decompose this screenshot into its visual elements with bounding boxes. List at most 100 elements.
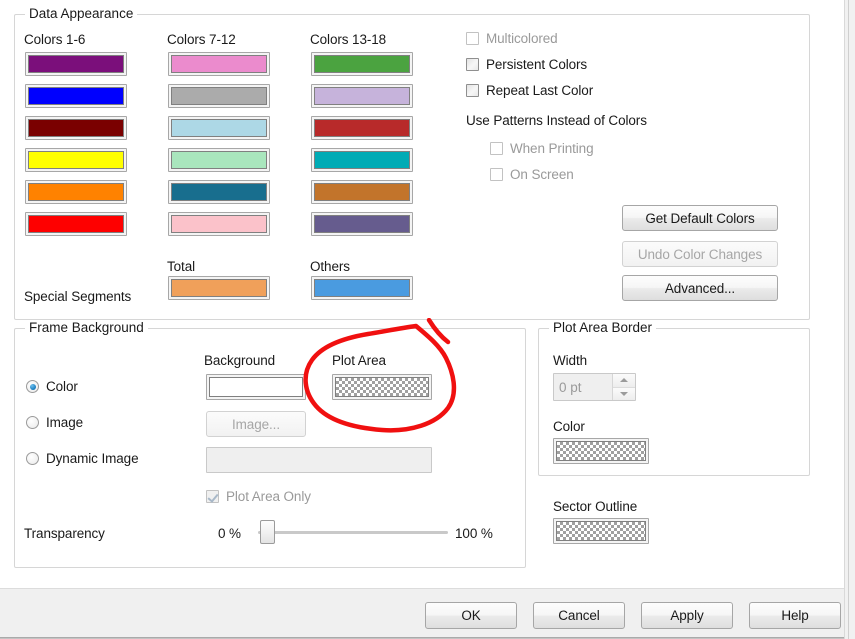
get-default-colors-button[interactable]: Get Default Colors xyxy=(622,205,778,231)
total-header: Total xyxy=(167,259,196,274)
checkbox-on-screen[interactable]: On Screen xyxy=(490,167,574,182)
color-swatch-15[interactable] xyxy=(311,116,413,140)
window-right-edge xyxy=(844,0,855,639)
checkbox-repeat-last-color-label: Repeat Last Color xyxy=(486,83,594,98)
color-swatch-17-fill xyxy=(314,183,410,201)
checkbox-on-screen-label: On Screen xyxy=(510,167,574,182)
plot-area-color-swatch-fill xyxy=(335,377,429,397)
colors-7-12-header: Colors 7-12 xyxy=(167,32,236,47)
radio-color[interactable]: Color xyxy=(26,379,78,394)
radio-color-indicator xyxy=(26,380,39,393)
image-button[interactable]: Image... xyxy=(206,411,306,437)
background-color-swatch[interactable] xyxy=(206,374,306,400)
cancel-button[interactable]: Cancel xyxy=(533,602,625,629)
advanced-button[interactable]: Advanced... xyxy=(622,275,778,301)
others-color-swatch-fill xyxy=(314,279,410,297)
color-swatch-12-fill xyxy=(171,215,267,233)
color-swatch-5-fill xyxy=(28,183,124,201)
border-color-label: Color xyxy=(553,419,585,434)
checkbox-on-screen-box xyxy=(490,168,503,181)
color-swatch-7-fill xyxy=(171,55,267,73)
checkbox-when-printing-label: When Printing xyxy=(510,141,594,156)
checkbox-multicolored-box xyxy=(466,32,479,45)
border-width-value: 0 pt xyxy=(559,379,582,395)
radio-image-indicator xyxy=(26,416,39,429)
plot-area-border-group-title: Plot Area Border xyxy=(549,320,657,335)
checkbox-persistent-colors[interactable]: Persistent Colors xyxy=(466,57,587,72)
plot-area-color-swatch[interactable] xyxy=(332,374,432,400)
help-button[interactable]: Help xyxy=(749,602,841,629)
color-swatch-15-fill xyxy=(314,119,410,137)
sector-outline-label: Sector Outline xyxy=(553,499,638,514)
color-swatch-2[interactable] xyxy=(25,84,127,108)
color-swatch-12[interactable] xyxy=(168,212,270,236)
radio-image[interactable]: Image xyxy=(26,415,83,430)
color-swatch-8-fill xyxy=(171,87,267,105)
chart-area-dialog: Data Appearance Colors 1-6 Colors 7-12 C… xyxy=(0,0,855,639)
color-swatch-4-fill xyxy=(28,151,124,169)
color-swatch-10-fill xyxy=(171,151,267,169)
total-color-swatch[interactable] xyxy=(168,276,270,300)
use-patterns-label: Use Patterns Instead of Colors xyxy=(466,113,647,128)
sector-outline-swatch[interactable] xyxy=(553,518,649,544)
color-swatch-7[interactable] xyxy=(168,52,270,76)
color-swatch-18[interactable] xyxy=(311,212,413,236)
color-swatch-6[interactable] xyxy=(25,212,127,236)
color-swatch-16[interactable] xyxy=(311,148,413,172)
checkbox-multicolored-label: Multicolored xyxy=(486,31,558,46)
checkbox-persistent-colors-label: Persistent Colors xyxy=(486,57,588,72)
color-swatch-14[interactable] xyxy=(311,84,413,108)
apply-button[interactable]: Apply xyxy=(641,602,733,629)
others-header: Others xyxy=(310,259,350,274)
border-color-swatch-fill xyxy=(556,441,646,461)
others-color-swatch[interactable] xyxy=(311,276,413,300)
color-swatch-3[interactable] xyxy=(25,116,127,140)
color-swatch-5[interactable] xyxy=(25,180,127,204)
colors-1-6-header: Colors 1-6 xyxy=(24,32,86,47)
color-swatch-17[interactable] xyxy=(311,180,413,204)
spinner-up-icon[interactable] xyxy=(613,374,635,387)
image-path-field[interactable] xyxy=(206,447,432,473)
radio-dynamic-image[interactable]: Dynamic Image xyxy=(26,451,139,466)
color-swatch-8[interactable] xyxy=(168,84,270,108)
border-width-label: Width xyxy=(553,353,588,368)
color-swatch-18-fill xyxy=(314,215,410,233)
color-swatch-16-fill xyxy=(314,151,410,169)
color-swatch-10[interactable] xyxy=(168,148,270,172)
border-color-swatch[interactable] xyxy=(553,438,649,464)
frame-background-group-title: Frame Background xyxy=(25,320,148,335)
plot-area-label: Plot Area xyxy=(332,353,386,368)
transparency-slider-thumb[interactable] xyxy=(260,520,275,544)
transparency-slider[interactable] xyxy=(258,520,448,544)
color-swatch-13[interactable] xyxy=(311,52,413,76)
checkbox-plot-area-only[interactable]: Plot Area Only xyxy=(206,489,311,504)
transparency-label: Transparency xyxy=(24,526,105,541)
dialog-button-bar: OK Cancel Apply Help xyxy=(0,588,844,639)
color-swatch-9[interactable] xyxy=(168,116,270,140)
color-swatch-11[interactable] xyxy=(168,180,270,204)
color-swatch-13-fill xyxy=(314,55,410,73)
border-width-spinner[interactable]: 0 pt xyxy=(553,373,636,401)
color-swatch-1-fill xyxy=(28,55,124,73)
checkbox-when-printing-box xyxy=(490,142,503,155)
checkbox-repeat-last-color[interactable]: Repeat Last Color xyxy=(466,83,593,98)
data-appearance-group-title: Data Appearance xyxy=(25,6,138,21)
radio-dynamic-image-label: Dynamic Image xyxy=(46,451,139,466)
radio-image-label: Image xyxy=(46,415,84,430)
radio-color-label: Color xyxy=(46,379,78,394)
transparency-min-label: 0 % xyxy=(218,526,241,541)
window-right-edge-line xyxy=(848,0,849,639)
sector-outline-swatch-fill xyxy=(556,521,646,541)
checkbox-when-printing[interactable]: When Printing xyxy=(490,141,594,156)
color-swatch-4[interactable] xyxy=(25,148,127,172)
color-swatch-1[interactable] xyxy=(25,52,127,76)
background-color-swatch-fill xyxy=(209,377,303,397)
ok-button[interactable]: OK xyxy=(425,602,517,629)
color-swatch-11-fill xyxy=(171,183,267,201)
checkbox-multicolored[interactable]: Multicolored xyxy=(466,31,558,46)
checkbox-repeat-last-color-box xyxy=(466,84,479,97)
spinner-down-icon[interactable] xyxy=(613,386,635,400)
color-swatch-9-fill xyxy=(171,119,267,137)
transparency-max-label: 100 % xyxy=(455,526,493,541)
undo-color-changes-button[interactable]: Undo Color Changes xyxy=(622,241,778,267)
